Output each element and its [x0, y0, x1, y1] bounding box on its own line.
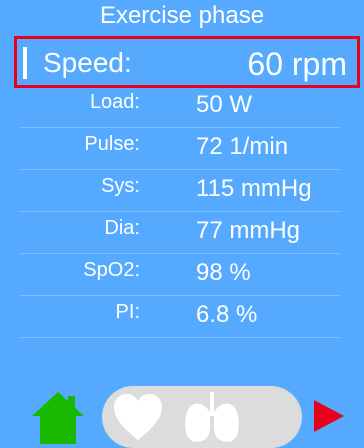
speed-label: Speed: — [43, 47, 132, 78]
page-title: Exercise phase — [99, 2, 265, 29]
metric-label: Load: — [89, 91, 140, 113]
metric-row-sys[interactable]: Sys: 115 mmHg — [20, 170, 340, 212]
metric-row-dia[interactable]: Dia: 77 mmHg — [20, 212, 340, 254]
lungs-button[interactable] — [180, 390, 244, 446]
home-icon — [32, 392, 84, 444]
metric-label: Dia: — [104, 217, 140, 239]
metrics-list: Load: 50 W Pulse: 72 1/min Sys: 115 mmHg… — [20, 86, 340, 338]
vitals-panel: Exercise phase Speed: 60 rpm Load: 50 W … — [0, 0, 364, 448]
selection-marker — [23, 47, 27, 79]
home-button[interactable] — [28, 386, 88, 446]
metric-value: 115 mmHg — [196, 175, 312, 202]
screen: Exercise phase Speed: 60 rpm Load: 50 W … — [0, 0, 364, 448]
heart-button[interactable] — [110, 390, 166, 446]
metric-row-load[interactable]: Load: 50 W — [20, 86, 340, 128]
lungs-icon — [185, 392, 239, 442]
heart-icon — [114, 394, 162, 440]
metric-row-spo2[interactable]: SpO2: 98 % — [20, 254, 340, 296]
speed-row[interactable]: Speed: 60 rpm — [14, 36, 360, 88]
metric-label: Pulse: — [84, 133, 140, 155]
bottom-toolbar — [0, 386, 364, 448]
metric-value: 72 1/min — [196, 133, 289, 160]
play-icon — [314, 400, 344, 432]
metric-value: 6.8 % — [196, 301, 258, 328]
speed-value: 60 rpm — [247, 46, 347, 82]
metric-value: 77 mmHg — [196, 217, 301, 244]
metric-label: Sys: — [101, 175, 140, 197]
metric-value: 98 % — [196, 259, 251, 286]
metric-label: PI: — [115, 301, 140, 323]
metric-row-pulse[interactable]: Pulse: 72 1/min — [20, 128, 340, 170]
metric-row-pi[interactable]: PI: 6.8 % — [20, 296, 340, 338]
play-button[interactable] — [308, 396, 348, 436]
metric-value: 50 W — [196, 91, 253, 118]
metric-label: SpO2: — [83, 259, 140, 281]
